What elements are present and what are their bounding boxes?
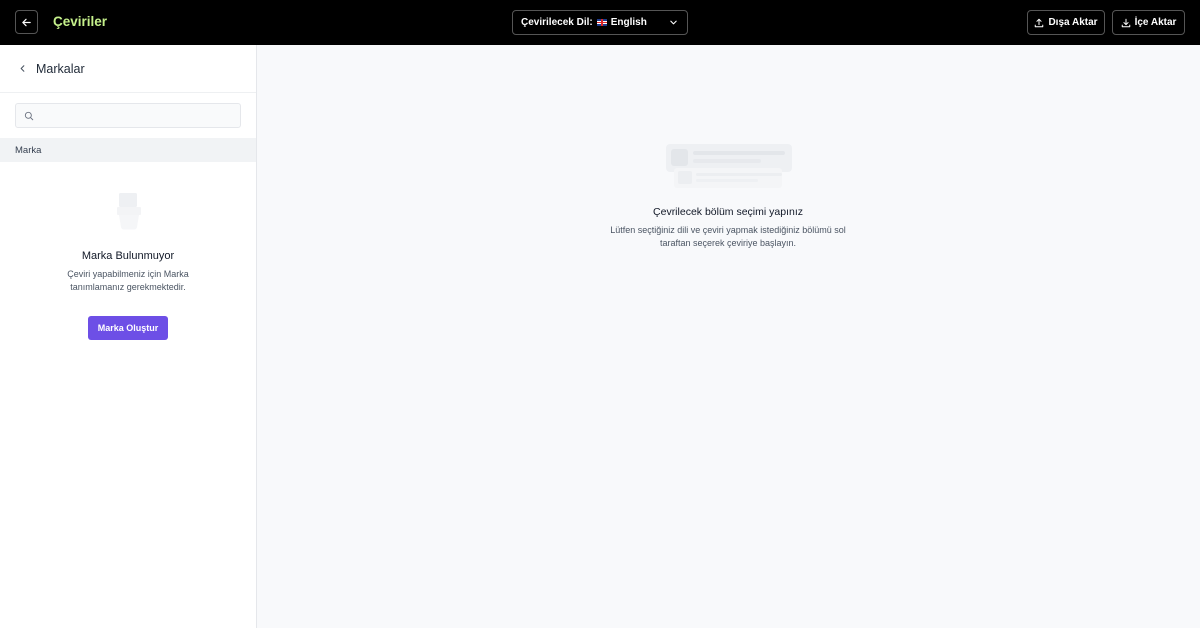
upload-icon: [1035, 18, 1044, 27]
empty-box-icon: [117, 193, 141, 230]
create-brand-button[interactable]: Marka Oluştur: [88, 316, 168, 340]
empty-state-title: Marka Bulunmuyor: [81, 250, 175, 262]
main-empty-title: Çevrilecek bölüm seçimi yapınız: [653, 206, 803, 218]
main-empty-description: Lütfen seçtiğiniz dili ve çeviri yapmak …: [610, 225, 846, 248]
top-bar: Çeviriler Çevirilecek Dil: English Dışa …: [0, 0, 1200, 45]
language-value: English: [610, 17, 647, 28]
section-header-marka: Marka: [0, 138, 256, 162]
chevron-down-icon: [670, 20, 677, 25]
download-icon: [1121, 18, 1130, 27]
sidebar-title: Markalar: [36, 61, 85, 76]
list-placeholder-icon: [666, 144, 792, 188]
arrow-left-icon: [22, 18, 31, 26]
page-title: Çeviriler: [53, 14, 108, 29]
export-button[interactable]: Dışa Aktar: [1027, 10, 1105, 35]
import-button[interactable]: İçe Aktar: [1112, 10, 1185, 35]
export-label: Dışa Aktar: [1048, 17, 1098, 28]
uk-flag-icon: [596, 19, 607, 26]
search-icon: [24, 111, 34, 120]
language-select[interactable]: Çevirilecek Dil: English: [512, 10, 688, 35]
sidebar-back-link[interactable]: Markalar: [0, 45, 256, 93]
sidebar: Markalar Marka Marka Bulunmuyor Çeviri y…: [0, 45, 257, 628]
language-label: Çevirilecek Dil:: [521, 17, 593, 28]
search-input[interactable]: [40, 110, 230, 121]
import-label: İçe Aktar: [1134, 17, 1177, 28]
empty-state-description: Çeviri yapabilmeniz için Marka tanımlama…: [67, 269, 189, 292]
search-box: [15, 103, 241, 128]
chevron-left-icon: [20, 65, 25, 72]
back-button[interactable]: [15, 10, 38, 34]
